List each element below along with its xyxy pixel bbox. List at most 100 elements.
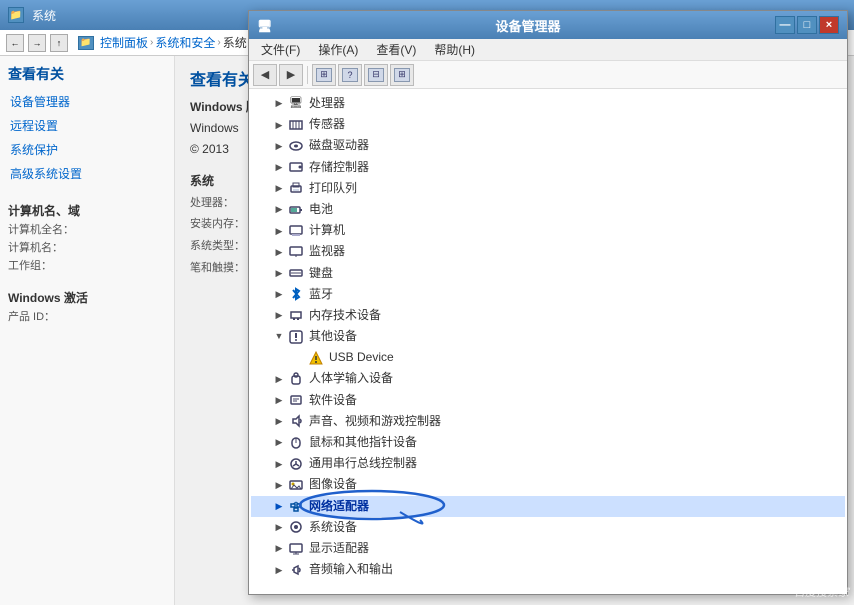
toolbar-help[interactable]: ?	[338, 64, 362, 86]
expand-image[interactable]	[271, 477, 287, 493]
product-id-label: 产品 ID：	[8, 308, 166, 324]
label-system: 系统设备	[309, 518, 357, 537]
menu-file[interactable]: 文件(F)	[253, 39, 308, 60]
label-memory: 内存技术设备	[309, 306, 381, 325]
expand-print[interactable]	[271, 180, 287, 196]
tree-item-computer[interactable]: 计算机	[251, 220, 845, 241]
tree-item-hid[interactable]: 人体学输入设备	[251, 368, 845, 389]
tree-item-display[interactable]: 显示适配器	[251, 538, 845, 559]
expand-battery[interactable]	[271, 202, 287, 218]
tree-item-sensor[interactable]: 传感器	[251, 114, 845, 135]
toolbar-computer[interactable]: ⊞	[312, 64, 336, 86]
expand-display[interactable]	[271, 541, 287, 557]
expand-audio[interactable]	[271, 562, 287, 578]
windows-section: Windows 激活 产品 ID：	[8, 289, 166, 324]
tree-item-cpu[interactable]: 处理器	[251, 93, 845, 114]
label-usb: USB Device	[329, 348, 394, 367]
sidebar-item-protection[interactable]: 系统保护	[8, 138, 166, 162]
minimize-btn[interactable]: —	[775, 16, 795, 34]
icon-computer	[287, 223, 305, 239]
nav-buttons: ← → ↑	[6, 34, 68, 52]
icon-usb-ctrl	[287, 456, 305, 472]
toolbar-fwd[interactable]: ▶	[279, 64, 303, 86]
expand-software[interactable]	[271, 392, 287, 408]
computer-name-label: 计算机全名：	[8, 221, 166, 237]
windows-section-title: Windows 激活	[8, 289, 166, 306]
expand-sensor[interactable]	[271, 117, 287, 133]
sidebar-item-advanced[interactable]: 高级系统设置	[8, 162, 166, 186]
label-print: 打印队列	[309, 179, 357, 198]
bg-folder-icon: 📁	[8, 7, 24, 23]
expand-keyboard[interactable]	[271, 265, 287, 281]
toolbar-back[interactable]: ◀	[253, 64, 277, 86]
crumb-1[interactable]: 控制面板	[100, 34, 148, 51]
sep-2: ›	[217, 37, 220, 48]
expand-hid[interactable]	[271, 371, 287, 387]
tree-item-storage[interactable]: 存储控制器	[251, 157, 845, 178]
tree-item-sound[interactable]: 声音、视频和游戏控制器	[251, 411, 845, 432]
expand-computer[interactable]	[271, 223, 287, 239]
expand-memory[interactable]	[271, 307, 287, 323]
tree-item-bluetooth[interactable]: 蓝牙	[251, 284, 845, 305]
expand-network[interactable]: ▶	[271, 498, 287, 514]
expand-system[interactable]	[271, 519, 287, 535]
bg-titlebar-icons: 📁	[8, 7, 24, 23]
tree-item-keyboard[interactable]: 键盘	[251, 263, 845, 284]
dm-app-icon: 🖥	[257, 18, 281, 33]
tree-item-audio[interactable]: 音频输入和输出	[251, 559, 845, 580]
label-computer: 计算机	[309, 221, 345, 240]
menu-help[interactable]: 帮助(H)	[426, 39, 483, 60]
label-display: 显示适配器	[309, 539, 369, 558]
expand-bluetooth[interactable]	[271, 286, 287, 302]
label-storage: 存储控制器	[309, 158, 369, 177]
tree-item-other[interactable]: 其他设备	[251, 326, 845, 347]
tree-item-memory[interactable]: 内存技术设备	[251, 305, 845, 326]
back-btn[interactable]: ←	[6, 34, 24, 52]
tree-item-usb[interactable]: USB Device	[251, 347, 845, 368]
label-audio: 音频输入和输出	[309, 560, 393, 579]
icon-bluetooth	[287, 286, 305, 302]
expand-disk[interactable]	[271, 138, 287, 154]
tree-item-software[interactable]: 软件设备	[251, 390, 845, 411]
dm-tree-content[interactable]: 处理器 传感器 磁盘驱动器 存储控制器	[249, 89, 847, 594]
label-image: 图像设备	[309, 475, 357, 494]
dm-toolbar: ◀ ▶ ⊞ ? ⊟ ⊞	[249, 61, 847, 89]
icon-battery	[287, 202, 305, 218]
expand-cpu[interactable]	[271, 96, 287, 112]
toolbar-minus[interactable]: ⊟	[364, 64, 388, 86]
icon-usb-warning	[307, 350, 325, 366]
tree-item-battery[interactable]: 电池	[251, 199, 845, 220]
maximize-btn[interactable]: □	[797, 16, 817, 34]
label-mouse: 鼠标和其他指针设备	[309, 433, 417, 452]
expand-sound[interactable]	[271, 413, 287, 429]
tree-item-print[interactable]: 打印队列	[251, 178, 845, 199]
tree-item-system[interactable]: 系统设备	[251, 517, 845, 538]
expand-usb-ctrl[interactable]	[271, 456, 287, 472]
close-btn[interactable]: ×	[819, 16, 839, 34]
icon-system	[287, 519, 305, 535]
bg-title: 系统	[32, 7, 56, 24]
icon-sensor	[287, 117, 305, 133]
sidebar-item-device-manager[interactable]: 设备管理器	[8, 90, 166, 114]
up-btn[interactable]: ↑	[50, 34, 68, 52]
expand-mouse[interactable]	[271, 435, 287, 451]
tree-item-monitor[interactable]: 监视器	[251, 241, 845, 262]
tree-item-mouse[interactable]: 鼠标和其他指针设备	[251, 432, 845, 453]
label-software: 软件设备	[309, 391, 357, 410]
expand-monitor[interactable]	[271, 244, 287, 260]
icon-audio	[287, 562, 305, 578]
sidebar-item-remote[interactable]: 远程设置	[8, 114, 166, 138]
icon-storage	[287, 159, 305, 175]
menu-action[interactable]: 操作(A)	[310, 39, 366, 60]
tree-item-image[interactable]: 图像设备	[251, 474, 845, 495]
fwd-btn[interactable]: →	[28, 34, 46, 52]
menu-view[interactable]: 查看(V)	[368, 39, 424, 60]
label-network: 网络适配器	[309, 497, 369, 516]
tree-item-disk[interactable]: 磁盘驱动器	[251, 135, 845, 156]
tree-item-network[interactable]: ▶ 网络适配器	[251, 496, 845, 517]
tree-item-usb-ctrl[interactable]: 通用串行总线控制器	[251, 453, 845, 474]
expand-other[interactable]	[271, 329, 287, 345]
expand-storage[interactable]	[271, 159, 287, 175]
crumb-2[interactable]: 系统和安全	[155, 34, 215, 51]
toolbar-plus[interactable]: ⊞	[390, 64, 414, 86]
